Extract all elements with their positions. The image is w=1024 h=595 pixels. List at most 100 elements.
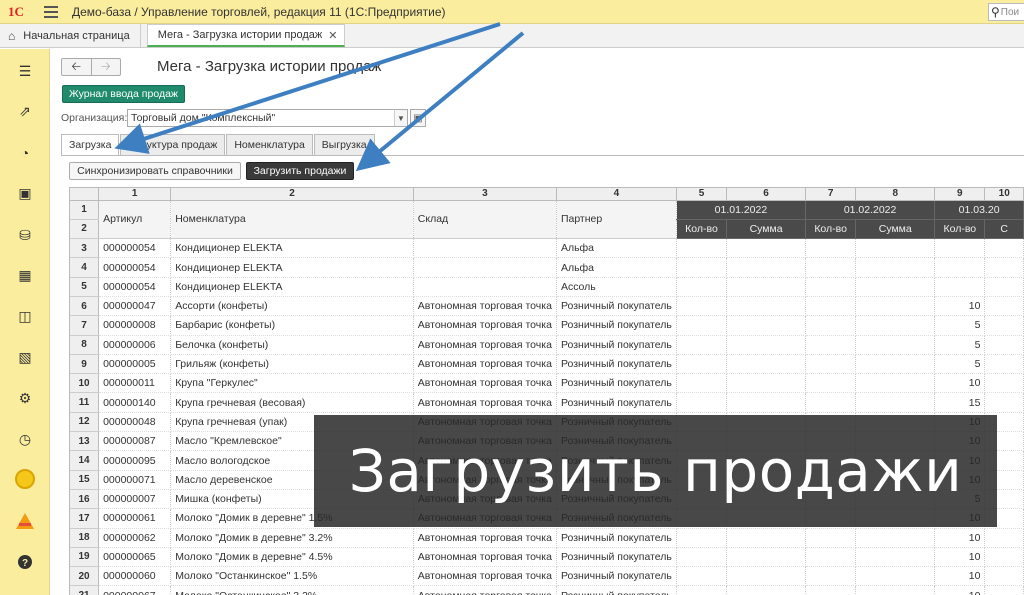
value-cell xyxy=(726,277,807,297)
table-row[interactable]: 10 000000011 Крупа "Геркулес" Автономная то… xyxy=(70,373,1024,394)
menu-icon[interactable] xyxy=(44,5,58,18)
value-cell xyxy=(855,566,936,587)
value-cell xyxy=(676,566,728,587)
tab-doc[interactable]: Мега - Загрузка истории продаж ✕ xyxy=(146,24,345,47)
row-number: 1 xyxy=(70,200,100,220)
forward-button[interactable]: 🡢 xyxy=(92,59,121,75)
article-cell: 000000054 xyxy=(98,238,172,259)
value-cell xyxy=(676,335,728,355)
tab-vygruzka[interactable]: Выгрузка xyxy=(313,134,375,155)
nomenclature-cell: Кондиционер ELEKTA xyxy=(170,257,414,278)
journal-button[interactable]: Журнал ввода продаж xyxy=(62,85,185,103)
sync-button[interactable]: Синхронизировать справочники xyxy=(69,162,241,180)
search-input[interactable]: ⚲ Пои xyxy=(988,3,1024,21)
value-cell xyxy=(855,354,936,375)
warning-icon[interactable] xyxy=(15,511,35,531)
barchart-icon[interactable]: ▧ xyxy=(15,347,35,367)
partner-cell: Розничный покупатель xyxy=(556,373,677,394)
value-cell xyxy=(676,392,728,413)
partner-cell: Розничный покупатель xyxy=(556,585,677,595)
tab-zagruzka[interactable]: Загрузка xyxy=(61,134,120,156)
table-row[interactable]: 20 000000060 Молоко "Останкинское" 1.5% Авт… xyxy=(70,566,1024,587)
warehouse-cell: Автономная торговая точка xyxy=(413,373,557,394)
list-icon[interactable]: ☰ xyxy=(15,61,35,81)
table-row[interactable]: 4 000000054 Кондиционер ELEKTA Альфа xyxy=(70,257,1024,278)
table-row[interactable]: 3 000000054 Кондиционер ELEKTA Альфа xyxy=(70,238,1024,259)
bag-icon[interactable]: ▣ xyxy=(15,183,35,203)
load-sales-button[interactable]: Загрузить продажи xyxy=(246,162,354,180)
value-cell xyxy=(805,547,857,568)
row-number: 3 xyxy=(70,238,100,259)
table-row[interactable]: 21000000067Молоко "Останкинское" 3.2%Авт… xyxy=(70,585,1024,595)
trend-icon[interactable]: ⇗ xyxy=(15,101,35,121)
value-cell xyxy=(676,315,728,336)
value-cell xyxy=(984,373,1024,394)
row-number: 18 xyxy=(70,528,100,548)
coin-icon[interactable] xyxy=(15,469,35,489)
row-number: 7 xyxy=(70,315,100,336)
article-cell: 000000062 xyxy=(98,528,172,548)
coins-icon[interactable]: ◫ xyxy=(15,306,35,326)
table-row[interactable]: 5 000000054 Кондиционер ELEKTA Ассоль xyxy=(70,277,1024,297)
partner-cell: Розничный покупатель xyxy=(556,335,677,355)
partner-cell: Розничный покупатель xyxy=(556,547,677,568)
pie-icon[interactable]: ◔ xyxy=(15,143,35,163)
table-row[interactable]: 18 000000062 Молоко "Домик в деревне" 3.2%… xyxy=(70,528,1024,548)
org-field[interactable]: Торговый дом "Комплексный" xyxy=(127,109,407,127)
value-cell xyxy=(726,392,807,413)
table-row[interactable]: 6 000000047 Ассорти (конфеты) Автономная то… xyxy=(70,296,1024,317)
column-number: 9 xyxy=(934,188,986,201)
open-icon[interactable]: ▣ xyxy=(410,109,426,127)
tab-nomenklatura[interactable]: Номенклатура xyxy=(226,134,313,155)
column-number: 7 xyxy=(805,188,857,201)
article-cell: 000000048 xyxy=(98,412,172,433)
value-cell xyxy=(726,585,807,595)
nomenclature-cell: Молоко "Домик в деревне" 4.5% xyxy=(170,547,414,568)
cart-icon[interactable]: ⛁ xyxy=(15,225,35,245)
quantity-cell: 5 xyxy=(934,335,986,355)
close-icon[interactable]: ✕ xyxy=(328,29,337,42)
article-cell: 000000060 xyxy=(98,566,172,587)
row-number: 20 xyxy=(70,566,100,587)
nomenclature-cell: Грильяж (конфеты) xyxy=(170,354,414,375)
tabs-divider xyxy=(61,155,1024,156)
row-number: 14 xyxy=(70,450,100,471)
table-row[interactable]: 7 000000008 Барбарис (конфеты) Автономная т… xyxy=(70,315,1024,336)
nomenclature-cell: Ассорти (конфеты) xyxy=(170,296,414,317)
column-number: 1 xyxy=(98,188,172,201)
back-button[interactable]: 🡠 xyxy=(62,59,92,75)
row-number: 4 xyxy=(70,257,100,278)
quantity-cell: 15 xyxy=(934,392,986,413)
quantity-cell: 10 xyxy=(934,566,986,587)
help-icon[interactable]: ? xyxy=(15,552,35,572)
value-cell xyxy=(805,335,857,355)
warehouse-cell xyxy=(413,257,557,278)
gear-icon[interactable]: ⚙ xyxy=(15,388,35,408)
history-icon[interactable]: ◷ xyxy=(15,429,35,449)
period-header: 01.01.2022 xyxy=(676,200,807,220)
row-number: 11 xyxy=(70,392,100,413)
value-cell xyxy=(855,257,936,278)
sub-header: Кол-во xyxy=(676,219,728,240)
article-cell: 000000006 xyxy=(98,335,172,355)
quantity-cell: 10 xyxy=(934,296,986,317)
value-cell xyxy=(676,277,728,297)
value-cell xyxy=(805,238,857,259)
spreadsheet[interactable]: 1 2 3 4 5 6 7 8 9 10 1 Артикул Номенклатура Склад Парт… xyxy=(69,187,1024,595)
column-number: 4 xyxy=(556,188,677,201)
tab-struktura[interactable]: Структура продаж xyxy=(120,134,226,155)
table-row[interactable]: 19 000000065 Молоко "Домик в деревне" 4.5%… xyxy=(70,547,1024,568)
tab-home[interactable]: ⌂ Начальная страница xyxy=(0,24,141,47)
table-row[interactable]: 8 000000006 Белочка (конфеты) Автономная то… xyxy=(70,335,1024,355)
value-cell xyxy=(676,238,728,259)
quantity-cell: 10 xyxy=(934,547,986,568)
chevron-down-icon[interactable]: ▼ xyxy=(394,109,408,127)
quantity-cell: 5 xyxy=(934,315,986,336)
value-cell xyxy=(676,296,728,317)
table-row[interactable]: 11 000000140 Крупа гречневая (весовая) Авто… xyxy=(70,392,1024,413)
grid-icon[interactable]: ▦ xyxy=(15,265,35,285)
value-cell xyxy=(984,335,1024,355)
value-cell xyxy=(726,238,807,259)
table-row[interactable]: 9 000000005 Грильяж (конфеты) Автономная то… xyxy=(70,354,1024,375)
article-cell: 000000095 xyxy=(98,450,172,471)
